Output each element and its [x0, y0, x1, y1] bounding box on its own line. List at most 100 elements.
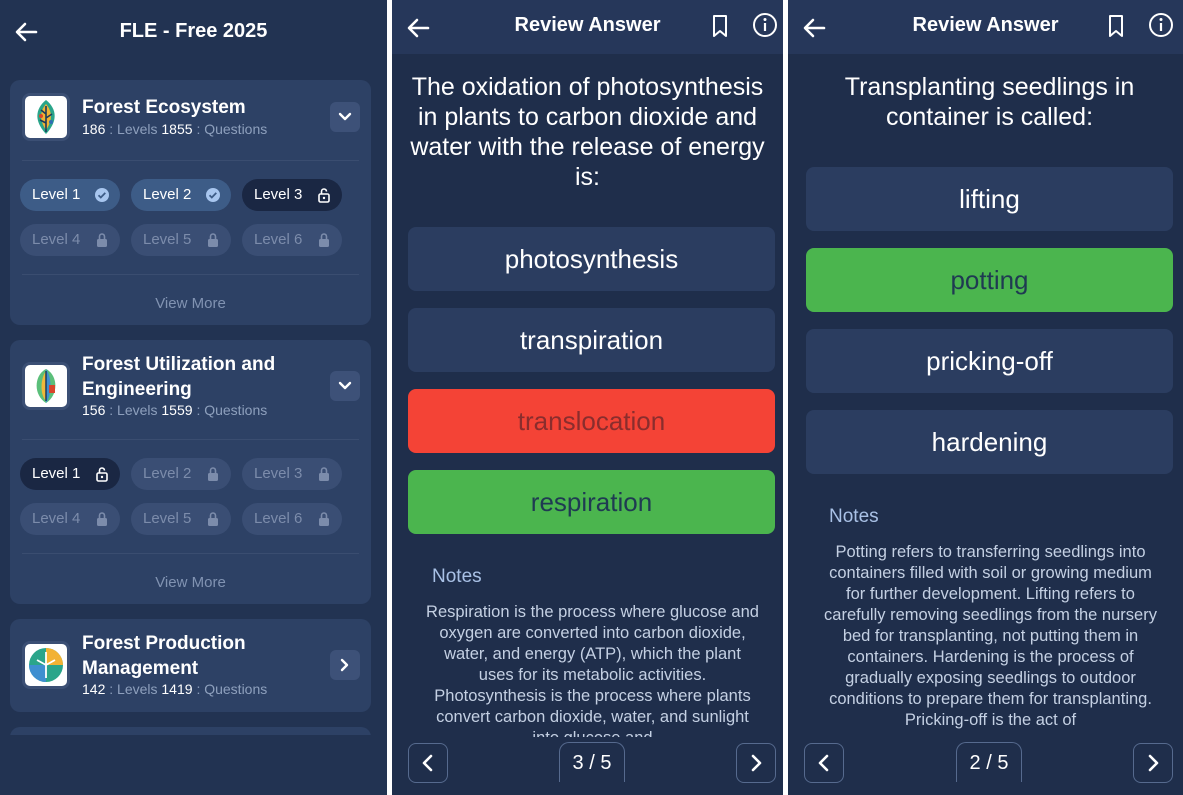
level-label: Level 2 — [143, 465, 192, 482]
previous-button[interactable] — [804, 743, 844, 783]
category-title: Forest Ecosystem — [82, 97, 246, 118]
category-title: Forest Utilization and Engineering — [82, 354, 276, 400]
level-label: Level 5 — [143, 231, 192, 248]
levels-label: : Levels — [109, 681, 158, 697]
level-chip[interactable]: Level 2 — [131, 458, 231, 490]
chevron-down-icon — [338, 381, 352, 390]
answer-option[interactable]: lifting — [806, 167, 1173, 231]
level-chip[interactable]: Level 3 — [242, 458, 342, 490]
answer-option[interactable]: transpiration — [408, 308, 775, 372]
chevron-left-icon — [818, 754, 829, 772]
category-card-forest-production[interactable]: Forest Production Management 142 : Level… — [10, 619, 371, 712]
open-button[interactable] — [330, 650, 360, 680]
view-more-link[interactable]: View More — [10, 574, 371, 591]
info-icon — [753, 13, 777, 37]
level-chip[interactable]: Level 2 — [131, 179, 231, 211]
level-chip[interactable]: Level 5 — [131, 224, 231, 256]
unlock-icon — [96, 467, 108, 482]
levels-count: 142 — [82, 681, 106, 697]
category-card-forest-utilization: Forest Utilization and Engineering 156 :… — [10, 340, 371, 604]
bookmark-button[interactable] — [1102, 12, 1130, 40]
level-chip[interactable]: Level 4 — [20, 503, 120, 535]
level-chip[interactable]: Level 3 — [242, 179, 342, 211]
level-label: Level 5 — [143, 510, 192, 527]
chevron-left-icon — [422, 754, 433, 772]
answer-option-correct[interactable]: respiration — [408, 470, 775, 534]
list-bottom-spacer — [0, 735, 387, 795]
bookmark-button[interactable] — [706, 12, 734, 40]
questions-label: : Questions — [196, 681, 268, 697]
review-answer-screen: Review Answer Transplanting seedlings in… — [788, 0, 1183, 795]
levels-label: : Levels — [109, 402, 158, 418]
answer-option[interactable]: pricking-off — [806, 329, 1173, 393]
question-counter: 2 / 5 — [956, 742, 1022, 782]
divider — [22, 439, 359, 440]
level-chip[interactable]: Level 5 — [131, 503, 231, 535]
level-chip[interactable]: Level 6 — [242, 224, 342, 256]
next-button[interactable] — [736, 743, 776, 783]
answer-option[interactable]: hardening — [806, 410, 1173, 474]
lock-icon — [97, 233, 107, 247]
category-list-screen: FLE - Free 2025 Forest Ecosystem 186 : L… — [0, 0, 387, 795]
check-circle-icon — [206, 188, 220, 202]
divider — [22, 553, 359, 554]
page-title: FLE - Free 2025 — [119, 20, 268, 42]
unlock-icon — [318, 188, 330, 203]
next-button[interactable] — [1133, 743, 1173, 783]
view-more-link[interactable]: View More — [10, 295, 371, 312]
levels-count: 156 — [82, 402, 106, 418]
lock-icon — [319, 467, 329, 481]
level-chip[interactable]: Level 1 — [20, 179, 120, 211]
questions-count: 1855 — [161, 121, 193, 137]
collapse-button[interactable] — [330, 102, 360, 132]
answer-option-wrong[interactable]: translocation — [408, 389, 775, 453]
questions-count: 1559 — [161, 402, 193, 418]
question-text: The oxidation of photosynthesis in plant… — [410, 73, 765, 191]
levels-count: 186 — [82, 121, 106, 137]
lock-icon — [319, 512, 329, 526]
level-chip[interactable]: Level 4 — [20, 224, 120, 256]
review-answer-screen: Review Answer The oxidation of photosynt… — [392, 0, 783, 795]
questions-label: : Questions — [196, 402, 268, 418]
bookmark-icon — [1109, 15, 1123, 37]
lock-icon — [208, 512, 218, 526]
level-label: Level 4 — [32, 231, 81, 248]
levels-label: : Levels — [109, 121, 158, 137]
top-bar: Review Answer — [392, 0, 783, 54]
chevron-down-icon — [338, 112, 352, 121]
forest-production-icon — [22, 641, 70, 689]
chevron-right-icon — [1148, 754, 1159, 772]
notes-heading: Notes — [432, 566, 482, 587]
level-chip[interactable]: Level 6 — [242, 503, 342, 535]
notes-text: Potting refers to transferring seedlings… — [824, 543, 1157, 729]
info-button[interactable] — [751, 11, 779, 39]
answer-option[interactable]: photosynthesis — [408, 227, 775, 291]
chevron-right-icon — [751, 754, 762, 772]
divider — [22, 274, 359, 275]
level-chip[interactable]: Level 1 — [20, 458, 120, 490]
level-label: Level 6 — [254, 510, 303, 527]
answer-option-correct[interactable]: potting — [806, 248, 1173, 312]
bookmark-icon — [713, 15, 727, 37]
category-title: Forest Production Management — [82, 633, 246, 679]
question-counter: 3 / 5 — [559, 742, 625, 782]
previous-button[interactable] — [408, 743, 448, 783]
info-button[interactable] — [1147, 11, 1175, 39]
chevron-right-icon — [340, 658, 349, 672]
top-bar: FLE - Free 2025 — [0, 0, 387, 62]
forest-utilization-icon — [22, 362, 70, 410]
notes-heading: Notes — [829, 506, 879, 527]
lock-icon — [208, 233, 218, 247]
lock-icon — [208, 467, 218, 481]
category-card-forest-ecosystem: Forest Ecosystem 186 : Levels 1855 : Que… — [10, 80, 371, 325]
questions-count: 1419 — [161, 681, 193, 697]
category-stats: 186 : Levels 1855 : Questions — [82, 121, 267, 137]
question-text: Transplanting seedlings in container is … — [844, 73, 1135, 131]
divider — [22, 160, 359, 161]
category-stats: 156 : Levels 1559 : Questions — [82, 402, 267, 418]
top-bar: Review Answer — [788, 0, 1183, 54]
level-label: Level 2 — [143, 186, 192, 203]
level-label: Level 1 — [32, 465, 81, 482]
collapse-button[interactable] — [330, 371, 360, 401]
lock-icon — [319, 233, 329, 247]
